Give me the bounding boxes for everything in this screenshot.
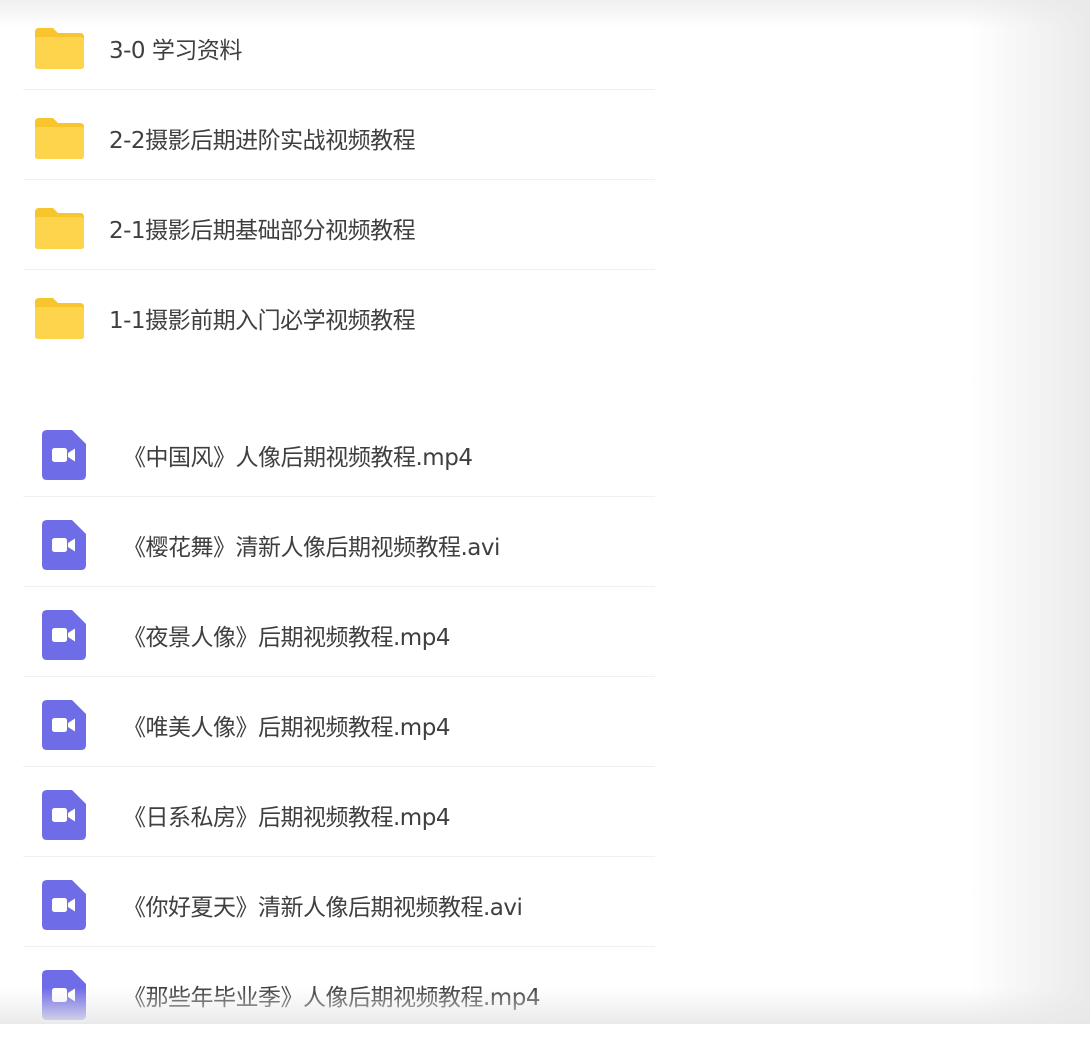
folder-icon (35, 208, 84, 249)
folder-name: 2-1摄影后期基础部分视频教程 (109, 218, 416, 244)
folder-row[interactable]: 3-0 学习资料 (23, 0, 655, 90)
file-name: 《那些年毕业季》人像后期视频教程.mp4 (123, 985, 540, 1011)
file-row[interactable]: 《唯美人像》后期视频教程.mp4 (23, 677, 655, 767)
file-list: 3-0 学习资料 2-2摄影后期进阶实战视频教程 2-1摄影后期基础部分视频教程… (23, 0, 655, 1037)
video-file-icon (42, 430, 86, 480)
video-file-icon (42, 610, 86, 660)
folder-icon (35, 118, 84, 159)
file-name: 《唯美人像》后期视频教程.mp4 (123, 715, 450, 741)
video-file-icon (42, 880, 86, 930)
folder-name: 2-2摄影后期进阶实战视频教程 (109, 128, 416, 154)
file-name: 《中国风》人像后期视频教程.mp4 (123, 445, 473, 471)
file-row[interactable]: 《你好夏天》清新人像后期视频教程.avi (23, 857, 655, 947)
file-name: 《夜景人像》后期视频教程.mp4 (123, 625, 450, 651)
folder-name: 3-0 学习资料 (109, 38, 242, 64)
file-row[interactable]: 《夜景人像》后期视频教程.mp4 (23, 587, 655, 677)
folder-icon (35, 298, 84, 339)
video-file-icon (42, 970, 86, 1020)
folder-name: 1-1摄影前期入门必学视频教程 (109, 308, 416, 334)
folder-row[interactable]: 2-2摄影后期进阶实战视频教程 (23, 90, 655, 180)
file-row[interactable]: 《日系私房》后期视频教程.mp4 (23, 767, 655, 857)
folder-row[interactable]: 1-1摄影前期入门必学视频教程 (23, 270, 655, 360)
right-edge-shadow (970, 0, 1090, 1024)
video-file-icon (42, 790, 86, 840)
video-file-icon (42, 700, 86, 750)
folder-icon (35, 28, 84, 69)
video-file-icon (42, 520, 86, 570)
file-row[interactable]: 《中国风》人像后期视频教程.mp4 (23, 407, 655, 497)
file-name: 《日系私房》后期视频教程.mp4 (123, 805, 450, 831)
file-name: 《你好夏天》清新人像后期视频教程.avi (123, 895, 523, 921)
file-row[interactable]: 《樱花舞》清新人像后期视频教程.avi (23, 497, 655, 587)
file-name: 《樱花舞》清新人像后期视频教程.avi (123, 535, 500, 561)
folder-row[interactable]: 2-1摄影后期基础部分视频教程 (23, 180, 655, 270)
